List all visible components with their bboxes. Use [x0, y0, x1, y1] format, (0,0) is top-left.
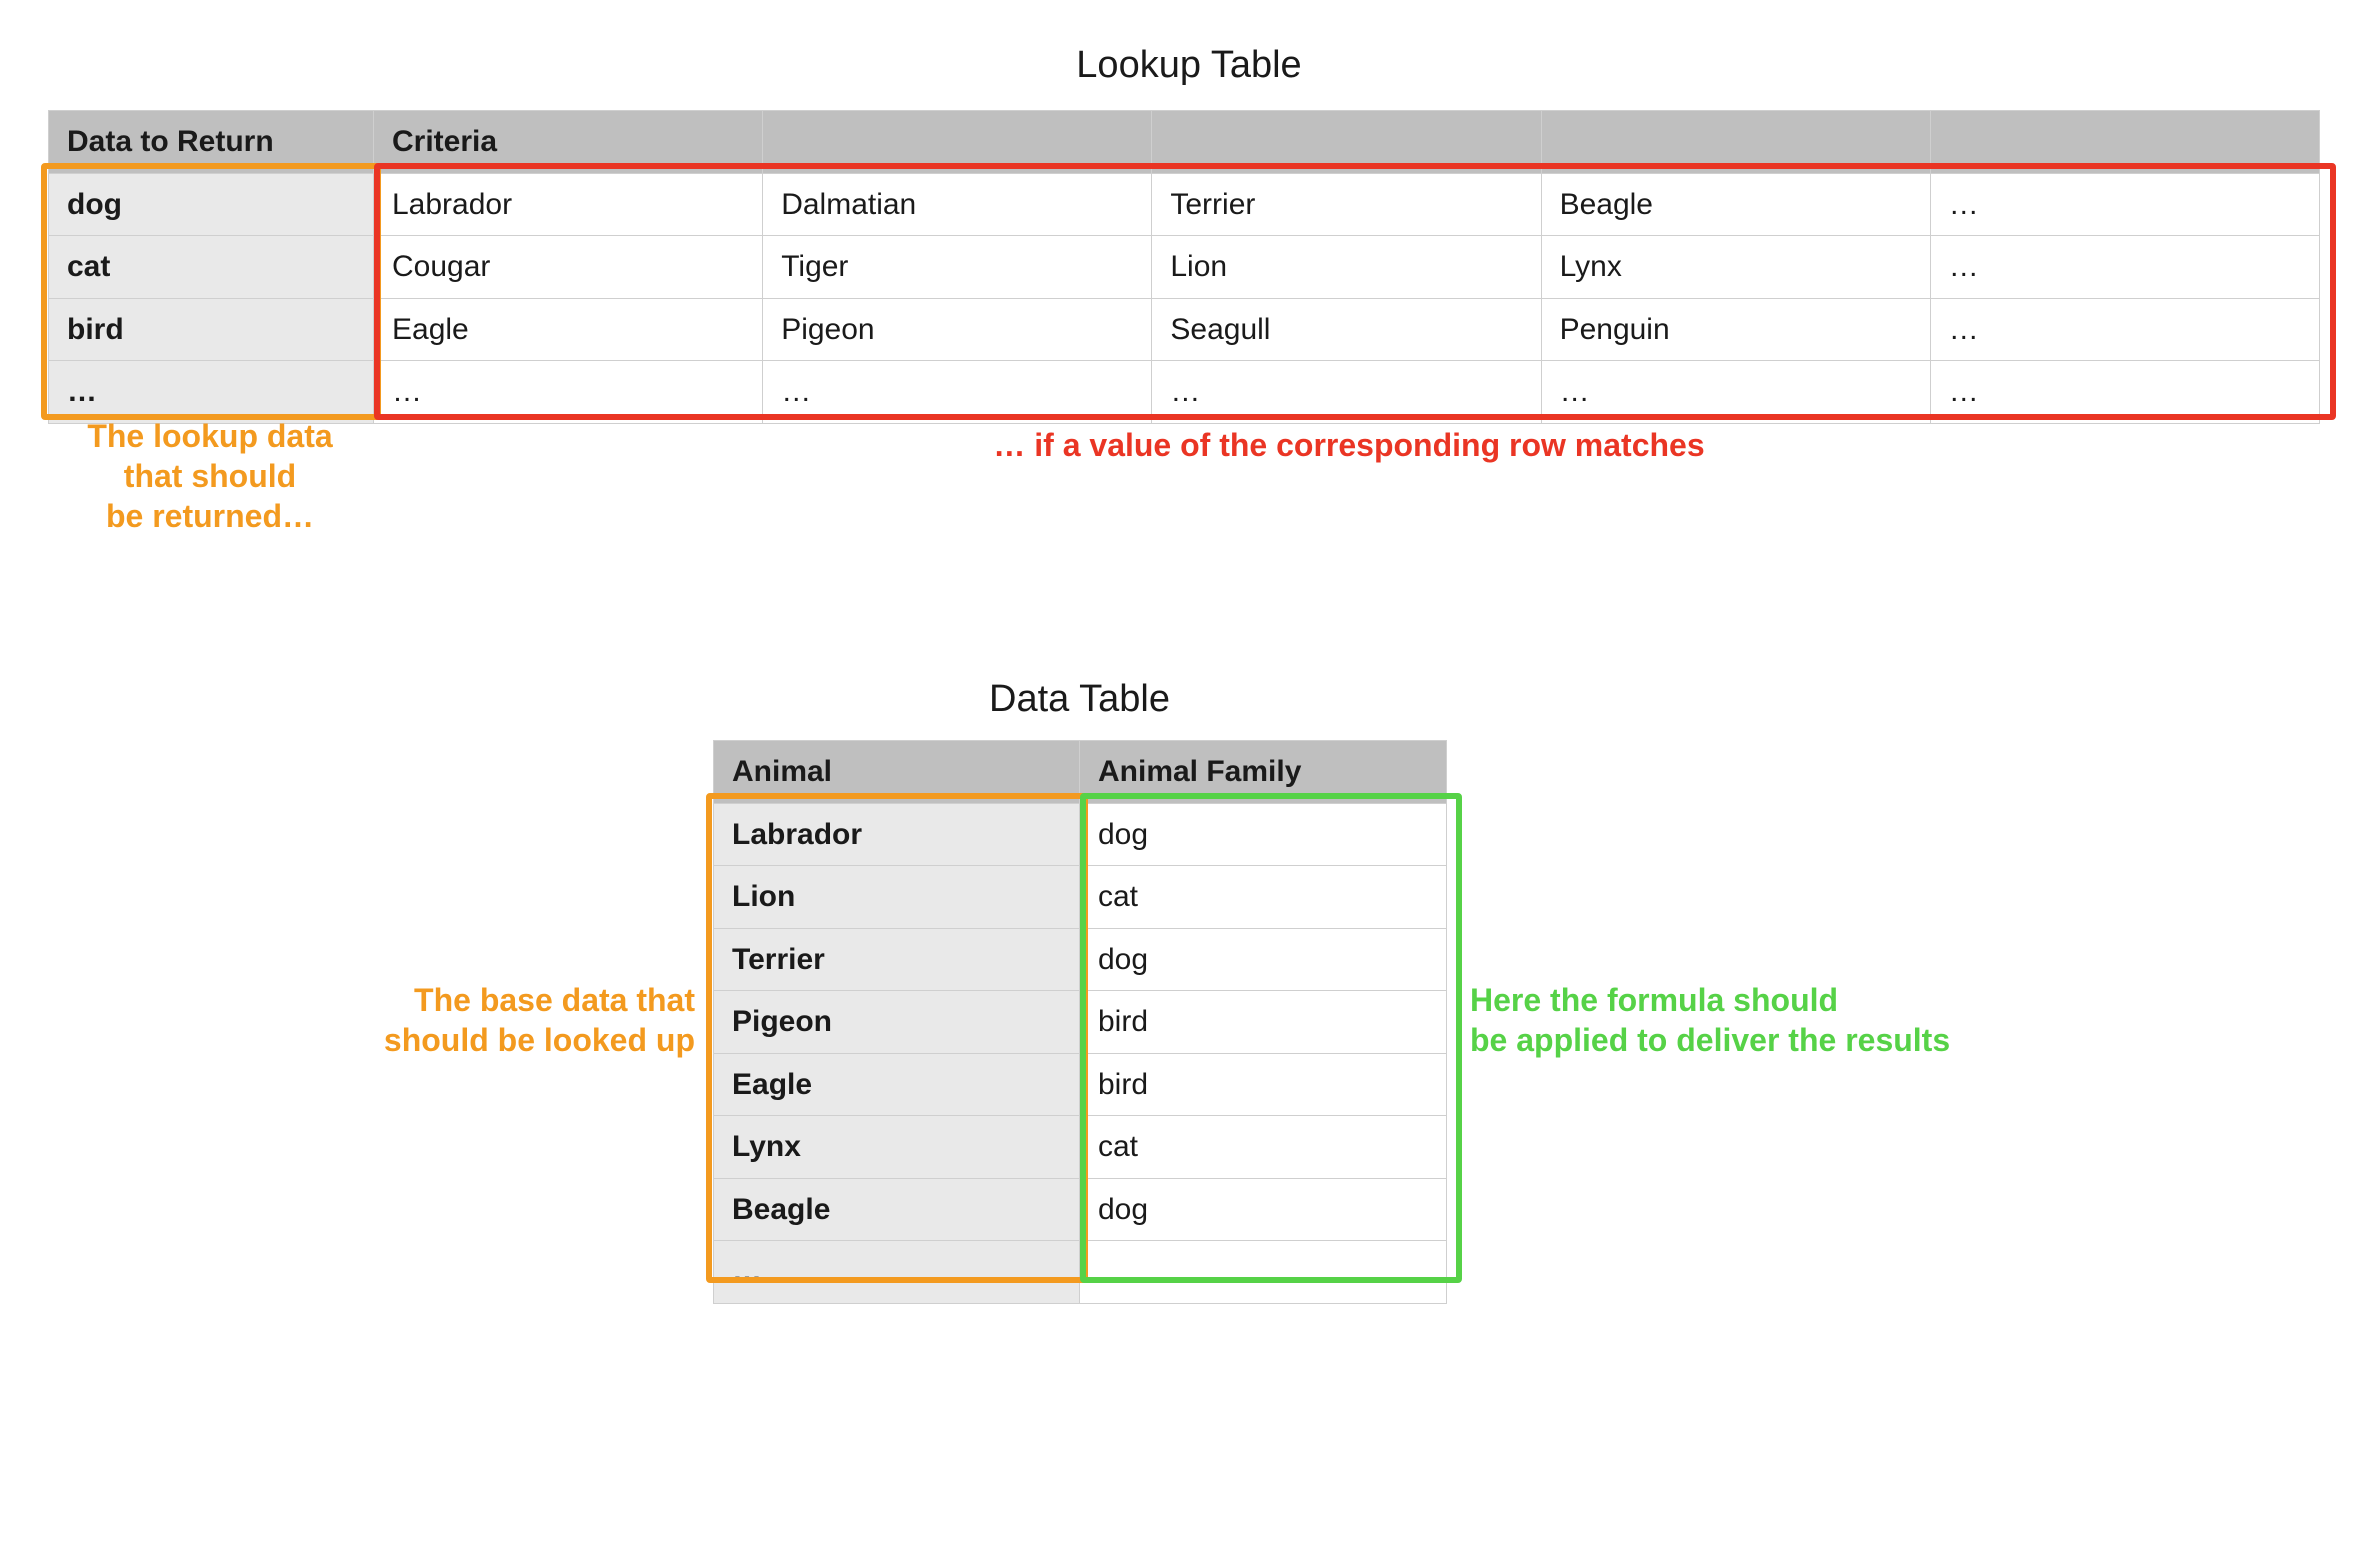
- lookup-criteria-cell: Tiger: [763, 236, 1152, 299]
- table-row: Lion cat: [714, 866, 1447, 929]
- lookup-criteria-cell: …: [1930, 236, 2319, 299]
- data-family-cell: cat: [1080, 1116, 1447, 1179]
- caption-data-family: Here the formula shouldbe applied to del…: [1470, 980, 2030, 1060]
- lookup-criteria-cell: Penguin: [1541, 298, 1930, 361]
- data-col-header: Animal: [714, 741, 1080, 804]
- lookup-table: Data to Return Criteria dog Labrador Dal…: [48, 110, 2320, 424]
- lookup-criteria-cell: …: [1152, 361, 1541, 424]
- data-animal-cell: …: [714, 1241, 1080, 1304]
- data-family-cell: …: [1080, 1241, 1447, 1304]
- lookup-criteria-cell: Beagle: [1541, 173, 1930, 236]
- data-animal-cell: Eagle: [714, 1053, 1080, 1116]
- lookup-col-header: [1152, 111, 1541, 174]
- lookup-criteria-cell: …: [1930, 298, 2319, 361]
- lookup-col-header: [763, 111, 1152, 174]
- lookup-criteria-cell: Dalmatian: [763, 173, 1152, 236]
- lookup-criteria-cell: …: [763, 361, 1152, 424]
- caption-lookup-criteria: … if a value of the corresponding row ma…: [374, 425, 2324, 465]
- lookup-criteria-cell: Cougar: [374, 236, 763, 299]
- diagram-canvas: Lookup Table Data to Return Criteria dog…: [0, 0, 2378, 1552]
- data-animal-cell: Lion: [714, 866, 1080, 929]
- data-table-header-row: Animal Animal Family: [714, 741, 1447, 804]
- lookup-col-header: [1541, 111, 1930, 174]
- caption-lookup-return: The lookup datathat shouldbe returned…: [50, 416, 370, 536]
- table-row: dog Labrador Dalmatian Terrier Beagle …: [49, 173, 2320, 236]
- data-animal-cell: Terrier: [714, 928, 1080, 991]
- data-table: Animal Animal Family Labrador dog Lion c…: [713, 740, 1447, 1304]
- lookup-table-header-row: Data to Return Criteria: [49, 111, 2320, 174]
- lookup-criteria-cell: Terrier: [1152, 173, 1541, 236]
- table-row: bird Eagle Pigeon Seagull Penguin …: [49, 298, 2320, 361]
- table-row: Beagle dog: [714, 1178, 1447, 1241]
- table-row: … …: [714, 1241, 1447, 1304]
- data-animal-cell: Lynx: [714, 1116, 1080, 1179]
- lookup-criteria-cell: …: [1930, 173, 2319, 236]
- table-row: Eagle bird: [714, 1053, 1447, 1116]
- table-row: Pigeon bird: [714, 991, 1447, 1054]
- lookup-col-header: Data to Return: [49, 111, 374, 174]
- data-family-cell: dog: [1080, 803, 1447, 866]
- lookup-criteria-cell: …: [1930, 361, 2319, 424]
- table-row: Labrador dog: [714, 803, 1447, 866]
- data-animal-cell: Pigeon: [714, 991, 1080, 1054]
- data-family-cell: dog: [1080, 928, 1447, 991]
- lookup-table-title: Lookup Table: [0, 44, 2378, 87]
- lookup-return-cell: cat: [49, 236, 374, 299]
- lookup-criteria-cell: Labrador: [374, 173, 763, 236]
- data-family-cell: bird: [1080, 991, 1447, 1054]
- lookup-col-header: [1930, 111, 2319, 174]
- data-animal-cell: Beagle: [714, 1178, 1080, 1241]
- lookup-return-cell: dog: [49, 173, 374, 236]
- data-family-cell: bird: [1080, 1053, 1447, 1116]
- lookup-criteria-cell: Seagull: [1152, 298, 1541, 361]
- lookup-criteria-cell: …: [374, 361, 763, 424]
- lookup-return-cell: bird: [49, 298, 374, 361]
- data-col-header: Animal Family: [1080, 741, 1447, 804]
- lookup-criteria-cell: Lynx: [1541, 236, 1930, 299]
- lookup-criteria-cell: Lion: [1152, 236, 1541, 299]
- caption-data-animal: The base data thatshould be looked up: [275, 980, 695, 1060]
- table-row: cat Cougar Tiger Lion Lynx …: [49, 236, 2320, 299]
- table-row: … … … … … …: [49, 361, 2320, 424]
- lookup-col-header: Criteria: [374, 111, 763, 174]
- lookup-criteria-cell: …: [1541, 361, 1930, 424]
- lookup-return-cell: …: [49, 361, 374, 424]
- data-family-cell: cat: [1080, 866, 1447, 929]
- data-family-cell: dog: [1080, 1178, 1447, 1241]
- table-row: Lynx cat: [714, 1116, 1447, 1179]
- table-row: Terrier dog: [714, 928, 1447, 991]
- data-table-title: Data Table: [713, 678, 1446, 721]
- lookup-criteria-cell: Eagle: [374, 298, 763, 361]
- data-animal-cell: Labrador: [714, 803, 1080, 866]
- lookup-criteria-cell: Pigeon: [763, 298, 1152, 361]
